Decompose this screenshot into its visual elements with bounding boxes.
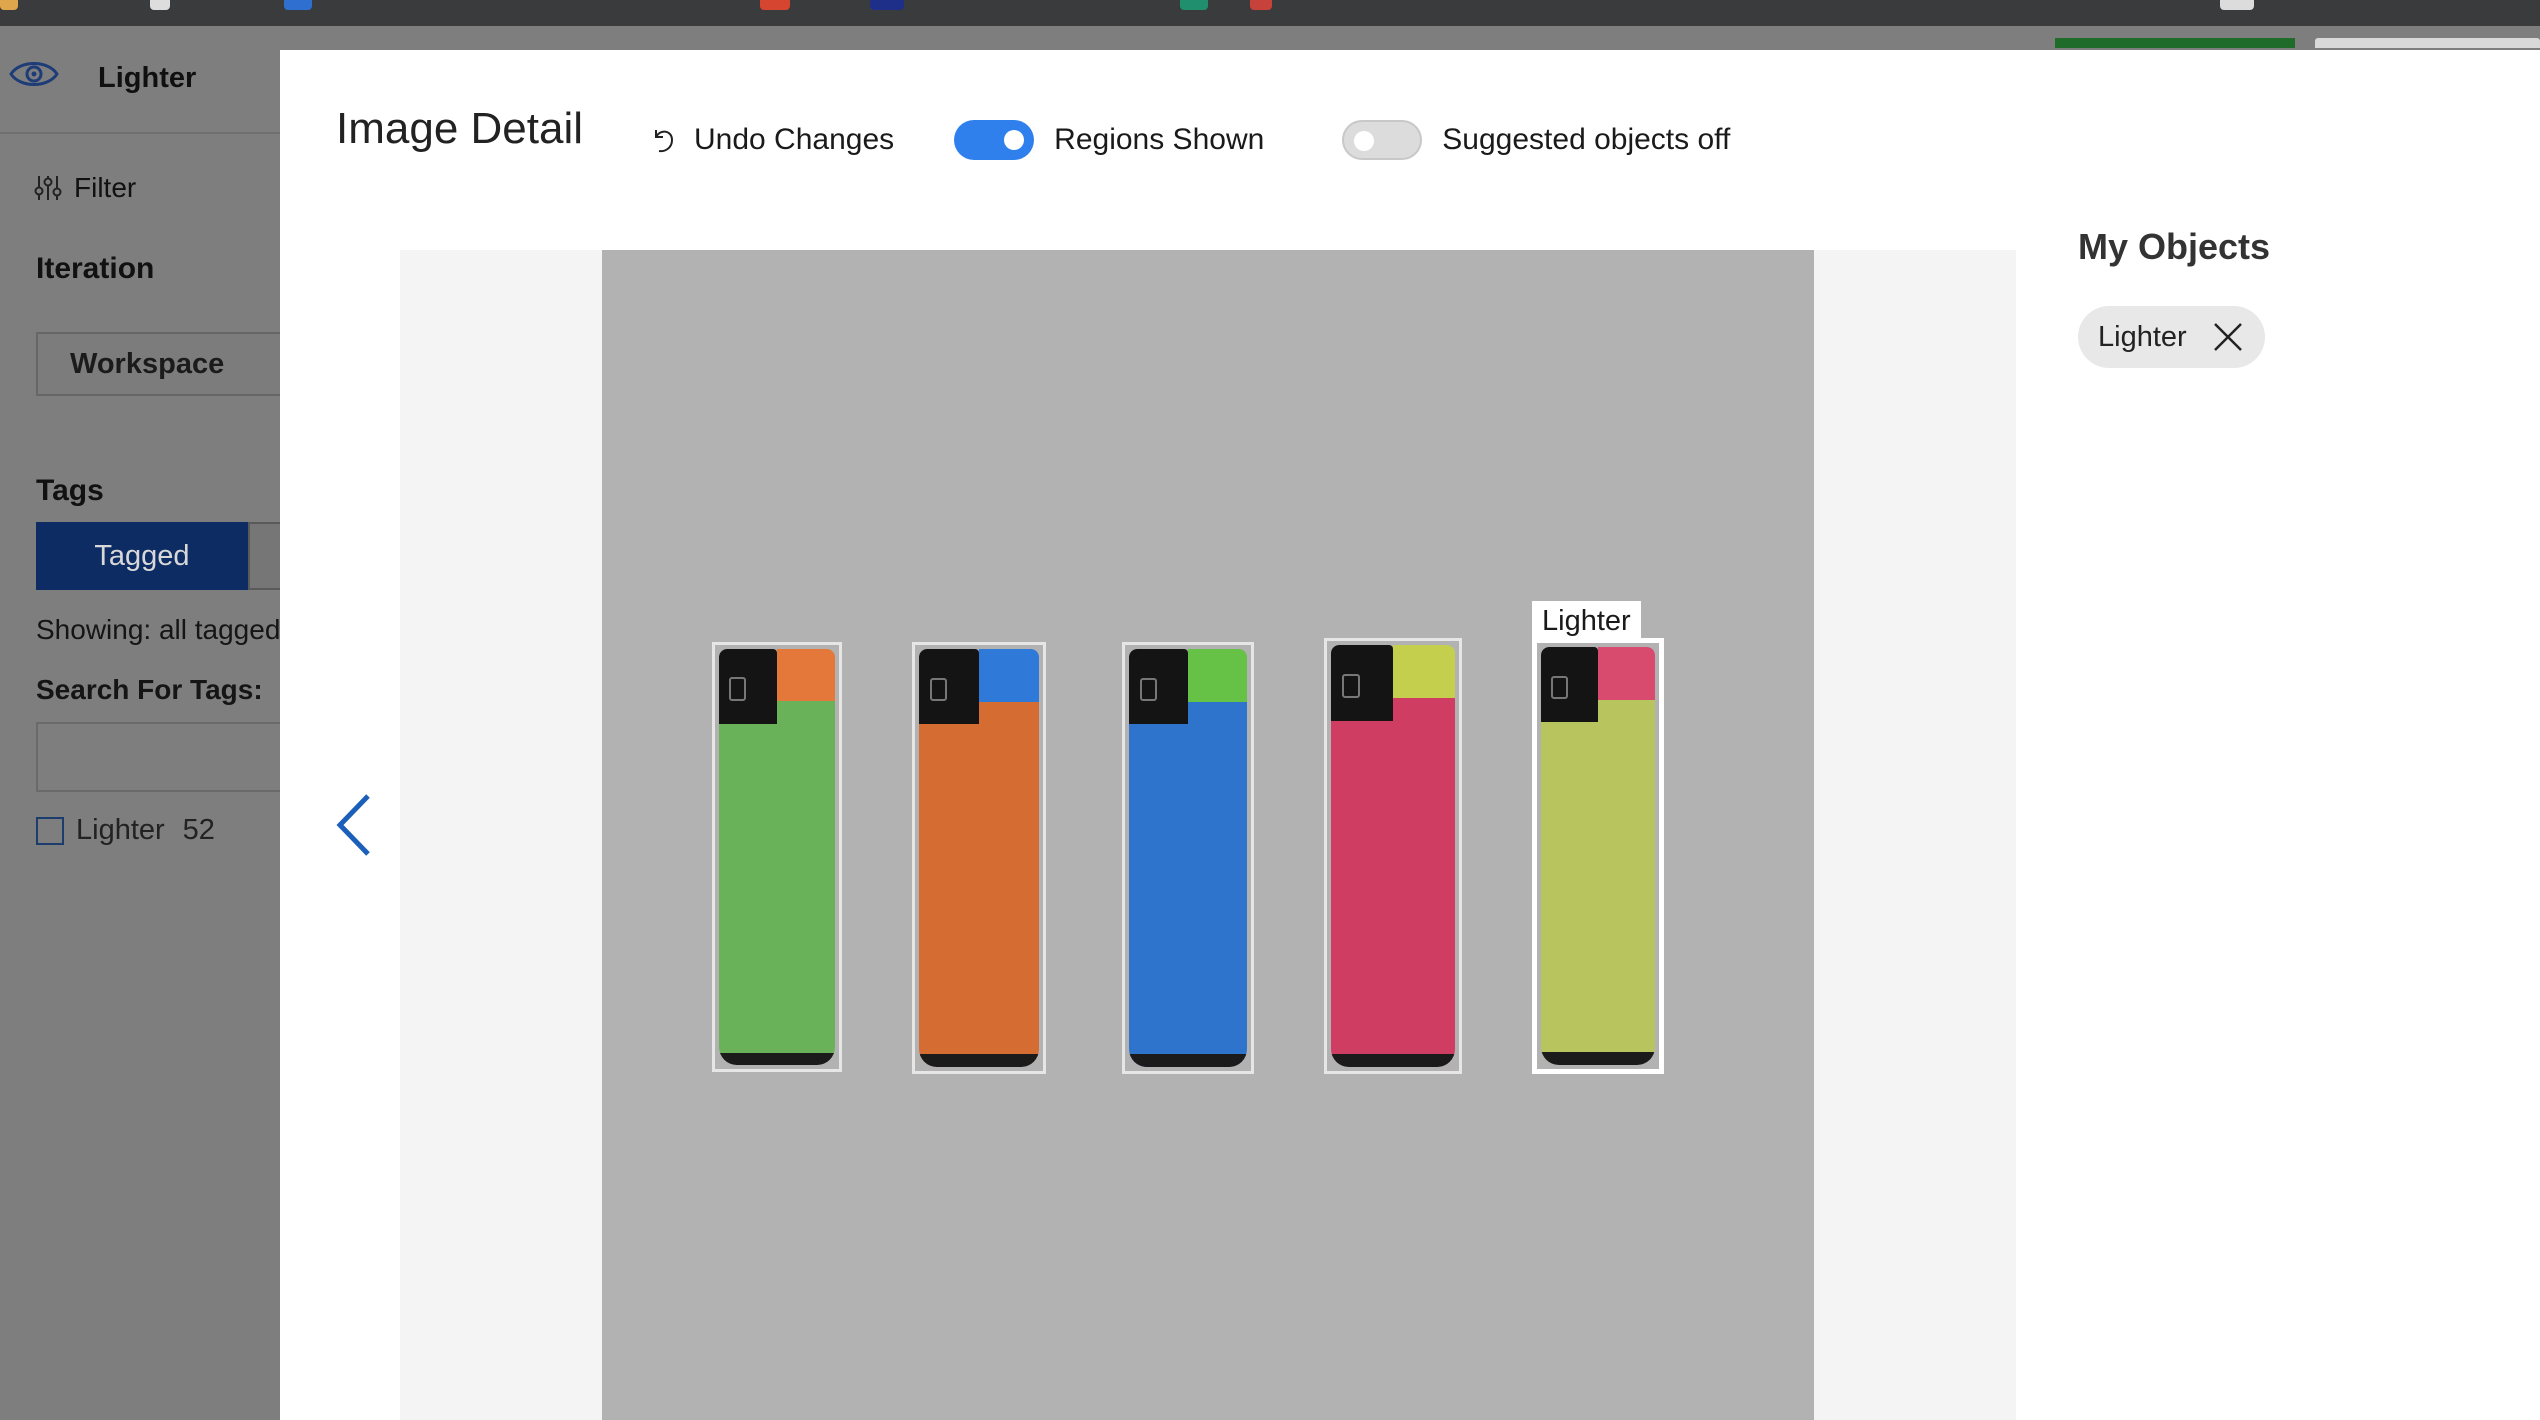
region-box[interactable]	[1324, 638, 1462, 1074]
dialog-toolbar: Undo Changes Regions Shown Suggested obj…	[650, 112, 1730, 168]
regions-toggle-group: Regions Shown	[954, 120, 1264, 160]
object-tag-label: Lighter	[2098, 320, 2187, 353]
tagged-image[interactable]: Lighter	[602, 250, 1814, 1420]
region-tag-label: Lighter	[1532, 601, 1641, 641]
lighter-cap	[1331, 645, 1393, 721]
tag-label: Lighter	[76, 814, 165, 846]
tag-checkbox[interactable]	[36, 816, 64, 845]
iteration-heading: Iteration	[36, 252, 155, 285]
lighter-body	[1541, 688, 1655, 1065]
region-box[interactable]	[912, 642, 1046, 1074]
browser-toolbar	[0, 0, 2540, 26]
filter-icon	[34, 176, 62, 200]
lighter-base	[719, 1052, 835, 1065]
chevron-left-icon[interactable]	[332, 790, 378, 860]
suggested-toggle-label: Suggested objects off	[1442, 123, 1731, 156]
lighter-head	[1331, 645, 1455, 721]
search-label: Search For Tags:	[36, 674, 263, 705]
tags-heading: Tags	[36, 474, 104, 507]
lighter-base	[1331, 1054, 1455, 1067]
lighter-base	[1129, 1054, 1247, 1067]
bookmark-icon[interactable]	[1180, 0, 1208, 10]
bookmark-icon[interactable]	[0, 0, 18, 10]
project-name[interactable]: Lighter	[98, 62, 196, 95]
close-icon[interactable]	[2213, 322, 2243, 352]
image-viewer: Lighter	[400, 250, 2016, 1420]
lighter-cap	[1129, 649, 1188, 725]
regions-toggle-label: Regions Shown	[1054, 123, 1265, 156]
lighter-object	[919, 649, 1039, 1067]
lighter-object	[1541, 647, 1655, 1065]
my-objects-heading: My Objects	[2078, 226, 2271, 267]
region-box[interactable]	[712, 642, 842, 1072]
lighter-body	[1331, 687, 1455, 1067]
lighter-head	[1541, 647, 1655, 723]
tag-count: 52	[182, 814, 215, 846]
suggested-objects-toggle[interactable]	[1342, 120, 1423, 160]
lighter-object	[719, 649, 835, 1065]
bookmark-icon[interactable]	[760, 0, 790, 10]
iteration-dropdown[interactable]: Workspace	[36, 332, 296, 396]
app-header: Lighter	[0, 26, 280, 134]
lighter-body	[1129, 690, 1247, 1067]
filter-button[interactable]: Filter	[34, 172, 136, 204]
object-tag-chip: Lighter	[2078, 306, 2265, 368]
lighter-button	[1598, 647, 1655, 700]
bookmark-icon[interactable]	[2220, 0, 2254, 10]
toggle-knob	[1354, 131, 1375, 151]
regions-toggle[interactable]	[954, 120, 1035, 160]
background-primary-button	[2055, 38, 2295, 48]
bookmark-icon[interactable]	[870, 0, 904, 10]
lighter-body	[919, 690, 1039, 1067]
background-secondary-button	[2315, 38, 2540, 48]
showing-text: Showing: all tagged	[36, 614, 281, 645]
lighter-cap	[1541, 647, 1598, 723]
bookmark-icon[interactable]	[284, 0, 312, 10]
undo-icon	[655, 130, 674, 153]
lighter-button	[1188, 649, 1247, 702]
lighter-base	[1541, 1052, 1655, 1065]
sidebar: Filter Iteration Workspace Tags Tagged S…	[0, 134, 296, 1420]
tab-tagged[interactable]: Tagged	[36, 522, 248, 590]
undo-changes-button[interactable]: Undo Changes	[650, 123, 894, 157]
lighter-base	[919, 1054, 1039, 1067]
suggested-toggle-group: Suggested objects off	[1342, 120, 1730, 160]
undo-label: Undo Changes	[694, 123, 895, 156]
filter-label: Filter	[74, 172, 137, 203]
lighter-body	[719, 690, 835, 1065]
lighter-head	[719, 649, 835, 724]
tag-filter-item[interactable]: Lighter 52	[36, 814, 215, 847]
lighter-cap	[919, 649, 979, 725]
lighter-head	[1129, 649, 1247, 725]
lighter-object	[1331, 645, 1455, 1067]
tag-search-input[interactable]	[36, 722, 296, 792]
tag-filter-tabs: Tagged	[36, 522, 288, 590]
bookmark-icon[interactable]	[1250, 0, 1272, 10]
bookmark-icon[interactable]	[150, 0, 170, 10]
iteration-value: Workspace	[70, 348, 225, 380]
region-box[interactable]	[1122, 642, 1254, 1074]
lighter-head	[919, 649, 1039, 725]
eye-icon	[9, 62, 59, 86]
dialog-title: Image Detail	[336, 104, 584, 153]
lighter-button	[777, 649, 835, 702]
lighter-cap	[719, 649, 777, 724]
lighter-button	[979, 649, 1039, 702]
lighter-button	[1393, 645, 1455, 699]
toggle-knob	[1004, 130, 1025, 150]
lighter-object	[1129, 649, 1247, 1067]
image-detail-dialog: Image Detail Undo Changes Regions Shown …	[280, 50, 2540, 1420]
region-box[interactable]: Lighter	[1532, 601, 1664, 1074]
